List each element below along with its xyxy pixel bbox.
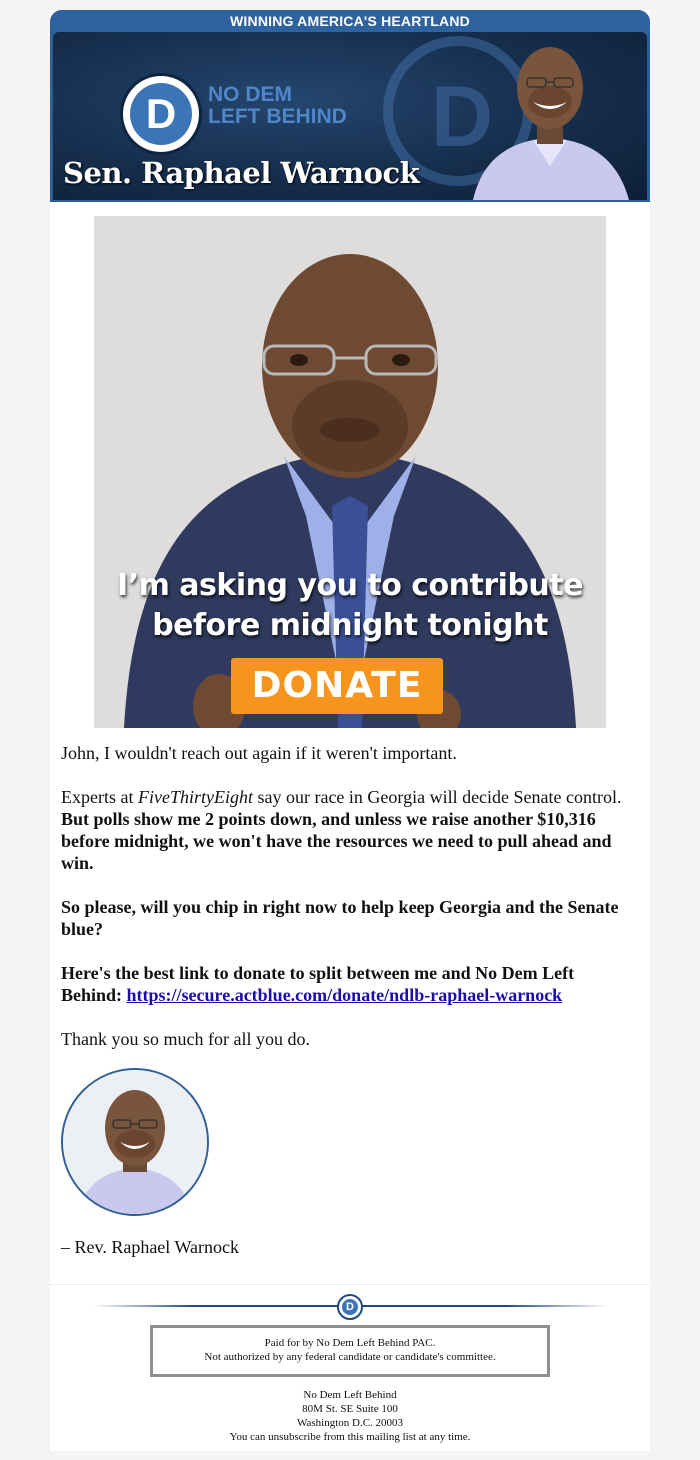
unsubscribe-link[interactable]: You can unsubscribe from this mailing li…: [50, 1430, 650, 1444]
footer-logo-icon: D: [337, 1294, 363, 1320]
donate-link-paragraph: Here's the best link to donate to split …: [61, 962, 631, 1006]
appeal-paragraph: So please, will you chip in right now to…: [61, 896, 631, 940]
footer-separator: [50, 1284, 650, 1285]
email-body: John, I wouldn't reach out again if it w…: [61, 742, 631, 1072]
banner-main: D D NO DEM LEFT BEHIND Sen. Raphael Warn…: [53, 32, 647, 200]
org-name-line2: LEFT BEHIND: [208, 105, 347, 128]
hero-caption: I’m asking you to contribute before midn…: [94, 566, 606, 646]
greeting-paragraph: John, I wouldn't reach out again if it w…: [61, 743, 457, 763]
appeal-text: So please, will you chip in right now to…: [61, 897, 619, 939]
address-line1: No Dem Left Behind: [303, 1389, 397, 1401]
experts-middle: say our race in Georgia will decide Sena…: [252, 787, 622, 807]
address-line3: Washington D.C. 20003: [296, 1417, 404, 1429]
experts-prefix: Experts at: [61, 787, 138, 807]
disclaimer-line2: Not authorized by any federal candidate …: [204, 1351, 496, 1363]
mailing-address: No Dem Left Behind 80M St. SE Suite 100 …: [50, 1388, 650, 1444]
polls-statement: But polls show me 2 points down, and unl…: [61, 809, 612, 873]
hero-caption-line1: I’m asking you to contribute: [117, 568, 583, 603]
donate-link[interactable]: https://secure.actblue.com/donate/ndlb-r…: [127, 985, 563, 1005]
org-name: NO DEM LEFT BEHIND: [208, 84, 347, 128]
org-name-line1: NO DEM: [208, 83, 292, 106]
hero-portrait: [94, 216, 606, 728]
donate-button[interactable]: DONATE: [231, 658, 443, 714]
experts-paragraph: Experts at FiveThirtyEight say our race …: [61, 786, 631, 874]
signoff: – Rev. Raphael Warnock: [61, 1237, 239, 1257]
header-banner[interactable]: WINNING AMERICA'S HEARTLAND D D NO DEM L…: [50, 10, 650, 202]
senator-portrait: [473, 47, 629, 200]
signature-avatar: [61, 1068, 209, 1216]
source-name: FiveThirtyEight: [137, 787, 253, 807]
hero-donate-image[interactable]: I’m asking you to contribute before midn…: [94, 216, 606, 728]
hero-caption-line2: before midnight tonight: [152, 608, 548, 643]
disclaimer-box: Paid for by No Dem Left Behind PAC. Not …: [150, 1325, 550, 1377]
banner-tagline: WINNING AMERICA'S HEARTLAND: [50, 10, 650, 32]
senator-name: Sen. Raphael Warnock: [63, 156, 420, 190]
email-container: WINNING AMERICA'S HEARTLAND D D NO DEM L…: [50, 10, 650, 1451]
thanks-paragraph: Thank you so much for all you do.: [61, 1029, 310, 1049]
disclaimer-line1: Paid for by No Dem Left Behind PAC.: [264, 1337, 436, 1349]
address-line2: 80M St. SE Suite 100: [302, 1403, 398, 1415]
d-logo-icon: D: [123, 76, 199, 152]
